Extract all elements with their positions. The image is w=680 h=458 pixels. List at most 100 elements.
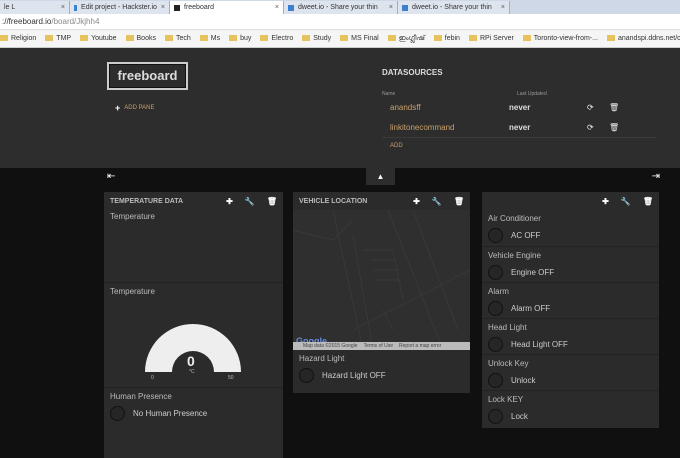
tab-label: dweet.io - Share your thin xyxy=(412,4,492,11)
tab[interactable]: le L × xyxy=(0,1,70,14)
indicator-text: Alarm OFF xyxy=(511,304,551,313)
indicator-text: Lock xyxy=(511,412,528,421)
indicator-light xyxy=(488,265,503,280)
close-icon[interactable]: × xyxy=(501,4,505,11)
trash-icon[interactable]: 🗑 xyxy=(454,197,464,206)
tab-label: le L xyxy=(4,4,16,11)
bookmark[interactable]: Study xyxy=(302,35,331,47)
trash-icon[interactable]: 🗑 xyxy=(609,123,631,132)
close-icon[interactable]: × xyxy=(161,4,165,11)
indicator-light xyxy=(488,228,503,243)
indicator-light xyxy=(488,409,503,424)
favicon-icon xyxy=(288,4,294,11)
indicator-text: Head Light OFF xyxy=(511,340,568,349)
add-pane-label: ADD PANE xyxy=(124,105,155,111)
map-attribution: Map data ©2015 Google xyxy=(303,343,358,349)
pane-controls: ✚ 🔧 🗑 Air Conditioner AC OFF Vehicle Engine E… xyxy=(482,192,659,428)
indicator-text: Engine OFF xyxy=(511,268,555,277)
bookmark[interactable]: buy xyxy=(229,35,251,47)
indicator-light xyxy=(110,406,125,421)
favicon-icon xyxy=(174,4,180,11)
last-updated: never xyxy=(509,102,531,112)
bookmarks-bar: Religion TMP Youtube Books Tech Ms buy Electro S… xyxy=(0,30,680,48)
last-updated: never xyxy=(509,122,531,132)
bookmark[interactable]: Toronto-view-from-... xyxy=(523,35,598,47)
indicator-text: AC OFF xyxy=(511,231,541,240)
close-icon[interactable]: × xyxy=(389,4,393,11)
datasource-row: anandsff never ⟳ 🗑 xyxy=(382,97,657,117)
indicator-text: Hazard Light OFF xyxy=(322,371,386,380)
tab-active[interactable]: freeboard × xyxy=(170,1,284,14)
indicator-widget: Head Light Head Light OFF xyxy=(482,318,659,354)
bookmark[interactable]: Electro xyxy=(260,35,293,47)
indicator-widget: Vehicle Engine Engine OFF xyxy=(482,246,659,282)
plus-icon[interactable]: ✚ xyxy=(602,197,609,206)
add-pane-button[interactable]: + ADD PANE xyxy=(115,103,155,113)
shrink-columns-icon[interactable]: ⇤ xyxy=(107,171,115,182)
address-bar[interactable]: ://freeboard.io/board/Jkjhh4 xyxy=(0,14,680,30)
pane-title: TEMPERATURE DATA xyxy=(110,197,184,205)
plus-icon[interactable]: ✚ xyxy=(226,197,233,206)
indicator-widget: Air Conditioner AC OFF xyxy=(482,210,659,246)
bookmark[interactable]: Youtube xyxy=(80,35,116,47)
trash-icon[interactable]: 🗑 xyxy=(609,103,631,112)
wrench-icon[interactable]: 🔧 xyxy=(621,197,631,206)
gauge-min: 0 xyxy=(151,375,154,381)
bookmark[interactable]: febin xyxy=(434,35,460,47)
trash-icon[interactable]: 🗑 xyxy=(643,197,653,206)
bookmark[interactable]: anandspi.ddns.net/c... xyxy=(607,35,680,47)
expand-columns-icon[interactable]: ⇥ xyxy=(652,171,660,182)
indicator-light xyxy=(488,301,503,316)
bookmark[interactable]: Ms xyxy=(200,35,220,47)
bookmark[interactable]: RPi Server xyxy=(469,35,514,47)
gauge-unit: °C xyxy=(189,369,195,375)
tab[interactable]: dweet.io - Share your thin × xyxy=(284,1,398,14)
widget-title: Alarm xyxy=(488,287,509,296)
widget-title: Temperature xyxy=(110,287,155,296)
indicator-text: No Human Presence xyxy=(133,409,208,418)
favicon-icon xyxy=(402,4,408,11)
indicator-widget: Human Presence No Human Presence xyxy=(104,387,283,425)
wrench-icon[interactable]: 🔧 xyxy=(245,197,255,206)
widget-title: Human Presence xyxy=(110,392,172,401)
col-updated-header: Last Updated xyxy=(517,91,547,97)
pane-title: VEHICLE LOCATION xyxy=(299,197,368,205)
freeboard-logo: freeboard xyxy=(107,62,188,90)
bookmark[interactable]: TMP xyxy=(45,35,71,47)
collapse-header-button[interactable]: ▲ xyxy=(366,168,395,185)
bookmark[interactable]: Tech xyxy=(165,35,191,47)
tab[interactable]: Edit project - Hackster.io × xyxy=(70,1,170,14)
url-host: ://freeboard.io xyxy=(2,17,52,26)
indicator-widget: Unlock Key Unlock xyxy=(482,354,659,390)
datasource-row: linkitonecommand never ⟳ 🗑 xyxy=(382,117,657,137)
refresh-icon[interactable]: ⟳ xyxy=(587,103,609,112)
bookmark[interactable]: ഇംഗ്ലീഷ് xyxy=(388,35,425,47)
tab[interactable]: dweet.io - Share your thin × xyxy=(398,1,510,14)
pane-temperature-data: TEMPERATURE DATA ✚ 🔧 🗑 Temperature Temperat… xyxy=(104,192,283,458)
datasource-name[interactable]: anandsff xyxy=(382,103,509,112)
close-icon[interactable]: × xyxy=(61,4,65,11)
widget-title: Vehicle Engine xyxy=(488,251,541,260)
bookmark[interactable]: Religion xyxy=(0,35,36,47)
indicator-widget: Alarm Alarm OFF xyxy=(482,282,659,318)
widget-title: Lock KEY xyxy=(488,395,524,404)
trash-icon[interactable]: 🗑 xyxy=(267,197,277,206)
plus-icon[interactable]: ✚ xyxy=(413,197,420,206)
google-map[interactable]: Google Map data ©2015 Google Terms of Use… xyxy=(293,210,470,350)
gauge-max: 50 xyxy=(228,375,234,381)
widget-title: Air Conditioner xyxy=(488,214,541,223)
indicator-text: Unlock xyxy=(511,376,536,385)
report-error-link[interactable]: Report a map error xyxy=(399,343,441,349)
datasource-name[interactable]: linkitonecommand xyxy=(382,123,509,132)
terms-link[interactable]: Terms of Use xyxy=(364,343,393,349)
text-widget: Temperature xyxy=(104,210,283,282)
bookmark[interactable]: Books xyxy=(126,35,156,47)
refresh-icon[interactable]: ⟳ xyxy=(587,123,609,132)
map-roads xyxy=(293,210,470,350)
indicator-light xyxy=(488,337,503,352)
close-icon[interactable]: × xyxy=(275,4,279,11)
add-datasource-button[interactable]: ADD xyxy=(382,137,657,154)
wrench-icon[interactable]: 🔧 xyxy=(432,197,442,206)
bookmark[interactable]: MS Final xyxy=(340,35,379,47)
widget-title: Head Light xyxy=(488,323,527,332)
